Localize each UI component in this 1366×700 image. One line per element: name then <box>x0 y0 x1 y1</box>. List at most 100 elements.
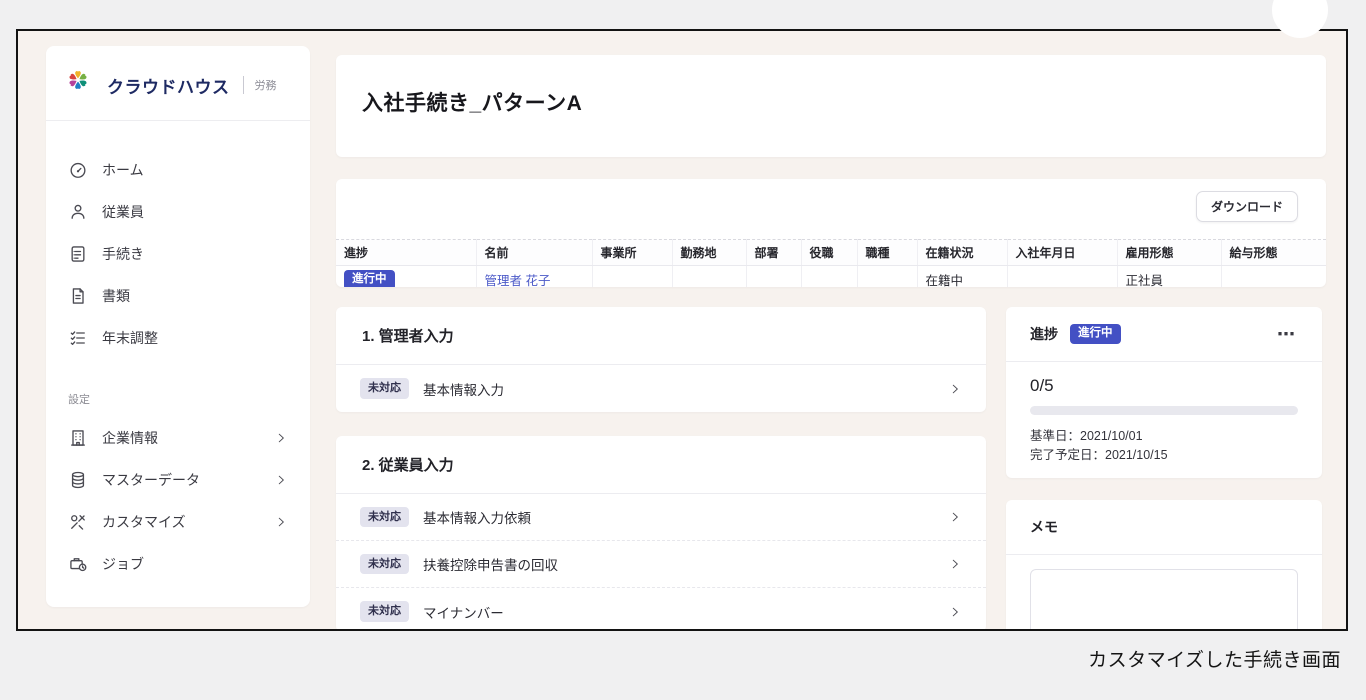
memo-panel: メモ <box>1006 500 1322 631</box>
sidebar-item-procedures[interactable]: 手続き <box>46 233 310 275</box>
chevron-right-icon <box>948 510 962 524</box>
cell-position <box>801 266 857 288</box>
column-header-location: 勤務地 <box>672 240 746 266</box>
page-title-card: 入社手続き_パターンA <box>336 55 1326 157</box>
sidebar-item-customize[interactable]: カスタマイズ <box>46 501 310 543</box>
memo-panel-title: メモ <box>1030 517 1058 537</box>
sidebar-item-master-data[interactable]: マスターデータ <box>46 459 310 501</box>
sidebar-item-label: ジョブ <box>102 554 144 574</box>
image-caption: カスタマイズした手続き画面 <box>1088 645 1341 672</box>
chevron-right-icon <box>274 431 288 445</box>
status-badge: 進行中 <box>344 270 395 287</box>
sidebar-item-employees[interactable]: 従業員 <box>46 191 310 233</box>
sidebar-item-label: 年末調整 <box>102 328 158 348</box>
tools-icon <box>68 512 88 532</box>
progress-bar <box>1030 406 1298 415</box>
gauge-icon <box>68 160 88 180</box>
chevron-right-icon <box>274 473 288 487</box>
page-title: 入社手続き_パターンA <box>336 55 1326 117</box>
progress-status-badge: 進行中 <box>1070 324 1121 344</box>
brand-flower-icon <box>68 70 98 100</box>
sidebar-item-jobs[interactable]: ジョブ <box>46 543 310 585</box>
task-status-badge: 未対応 <box>360 601 409 621</box>
sidebar-item-label: 企業情報 <box>102 428 158 448</box>
database-icon <box>68 470 88 490</box>
brand-divider <box>243 76 244 94</box>
sidebar-item-label: 書類 <box>102 286 130 306</box>
chevron-right-icon <box>948 382 962 396</box>
task-label: マイナンバー <box>423 602 504 622</box>
chevron-right-icon <box>948 557 962 571</box>
chevron-right-icon <box>948 605 962 619</box>
cell-enrollment: 在籍中 <box>917 266 1007 288</box>
task-label: 基本情報入力 <box>423 379 504 399</box>
more-menu-icon[interactable]: ⋯ <box>1275 323 1298 345</box>
table-header-row: 進捗 名前 事業所 勤務地 部署 役職 職種 在籍状況 入社年月日 雇用形態 給… <box>336 240 1326 266</box>
column-header-salary-type: 給与形態 <box>1221 240 1326 266</box>
sidebar-item-label: 従業員 <box>102 202 144 222</box>
column-header-job-type: 職種 <box>857 240 917 266</box>
brand-product-label: 労務 <box>255 77 277 93</box>
employee-table-card: ダウンロード 進捗 名前 事業所 勤務地 部署 役職 <box>336 179 1326 287</box>
progress-panel: 進捗 進行中 ⋯ 0/5 基準日：2021/10/01 完了予定日：2021/1… <box>1006 307 1322 478</box>
column-header-position: 役職 <box>801 240 857 266</box>
column-header-name: 名前 <box>476 240 592 266</box>
task-item-my-number[interactable]: 未対応 マイナンバー <box>336 588 986 631</box>
task-status-badge: 未対応 <box>360 507 409 527</box>
column-header-office: 事業所 <box>592 240 672 266</box>
brand-logo: クラウドハウス 労務 <box>46 46 310 120</box>
base-date: 基準日：2021/10/01 <box>1030 427 1298 446</box>
sidebar-item-label: マスターデータ <box>102 470 200 490</box>
employee-name-link[interactable]: 管理者 花子 <box>485 274 551 287</box>
checklist-icon <box>68 328 88 348</box>
cell-department <box>746 266 801 288</box>
task-status-badge: 未対応 <box>360 554 409 574</box>
task-label: 基本情報入力依頼 <box>423 507 531 527</box>
task-item-dependent-deduction-form[interactable]: 未対応 扶養控除申告書の回収 <box>336 541 986 588</box>
due-date: 完了予定日：2021/10/15 <box>1030 446 1298 465</box>
column-header-department: 部署 <box>746 240 801 266</box>
task-label: 扶養控除申告書の回収 <box>423 554 558 574</box>
person-icon <box>68 202 88 222</box>
table-row: 進行中 管理者 花子 在籍中 正社員 <box>336 266 1326 288</box>
task-item-basic-info-request[interactable]: 未対応 基本情報入力依頼 <box>336 494 986 541</box>
sidebar-nav: ホーム 従業員 手続き <box>46 121 310 585</box>
progress-panel-title: 進捗 <box>1030 324 1058 344</box>
task-status-badge: 未対応 <box>360 378 409 398</box>
clipboard-list-icon <box>68 244 88 264</box>
column-header-employment-type: 雇用形態 <box>1117 240 1221 266</box>
task-item-basic-info-input[interactable]: 未対応 基本情報入力 <box>336 365 986 412</box>
document-icon <box>68 286 88 306</box>
employee-table: 進捗 名前 事業所 勤務地 部署 役職 職種 在籍状況 入社年月日 雇用形態 給… <box>336 239 1326 287</box>
cell-hire-date <box>1007 266 1117 288</box>
cell-job-type <box>857 266 917 288</box>
brand-name: クラウドハウス <box>107 73 230 98</box>
sidebar-settings-header: 設定 <box>46 359 310 417</box>
cell-employment-type: 正社員 <box>1117 266 1221 288</box>
sidebar-item-home[interactable]: ホーム <box>46 149 310 191</box>
memo-textarea[interactable] <box>1030 569 1298 631</box>
sidebar-item-documents[interactable]: 書類 <box>46 275 310 317</box>
download-button[interactable]: ダウンロード <box>1196 191 1298 222</box>
cell-office <box>592 266 672 288</box>
briefcase-clock-icon <box>68 554 88 574</box>
sidebar-item-label: ホーム <box>102 160 144 180</box>
sidebar-item-year-end-adjustment[interactable]: 年末調整 <box>46 317 310 359</box>
column-header-enrollment: 在籍状況 <box>917 240 1007 266</box>
sidebar: クラウドハウス 労務 ホーム <box>46 46 310 607</box>
section-employee-input: 2. 従業員入力 未対応 基本情報入力依頼 未対応 扶養控除申告書の回収 <box>336 436 986 631</box>
section-admin-input: 1. 管理者入力 未対応 基本情報入力 <box>336 307 986 412</box>
page: クラウドハウス 労務 ホーム <box>0 0 1366 700</box>
column-header-progress: 進捗 <box>336 240 476 266</box>
chevron-right-icon <box>274 515 288 529</box>
building-icon <box>68 428 88 448</box>
sidebar-item-label: 手続き <box>102 244 144 264</box>
sidebar-item-label: カスタマイズ <box>102 512 186 532</box>
cell-salary-type <box>1221 266 1326 288</box>
column-header-hire-date: 入社年月日 <box>1007 240 1117 266</box>
section-title: 1. 管理者入力 <box>336 307 986 365</box>
progress-count: 0/5 <box>1030 376 1298 396</box>
sidebar-item-company-info[interactable]: 企業情報 <box>46 417 310 459</box>
cell-location <box>672 266 746 288</box>
screenshot-frame: クラウドハウス 労務 ホーム <box>16 29 1348 631</box>
